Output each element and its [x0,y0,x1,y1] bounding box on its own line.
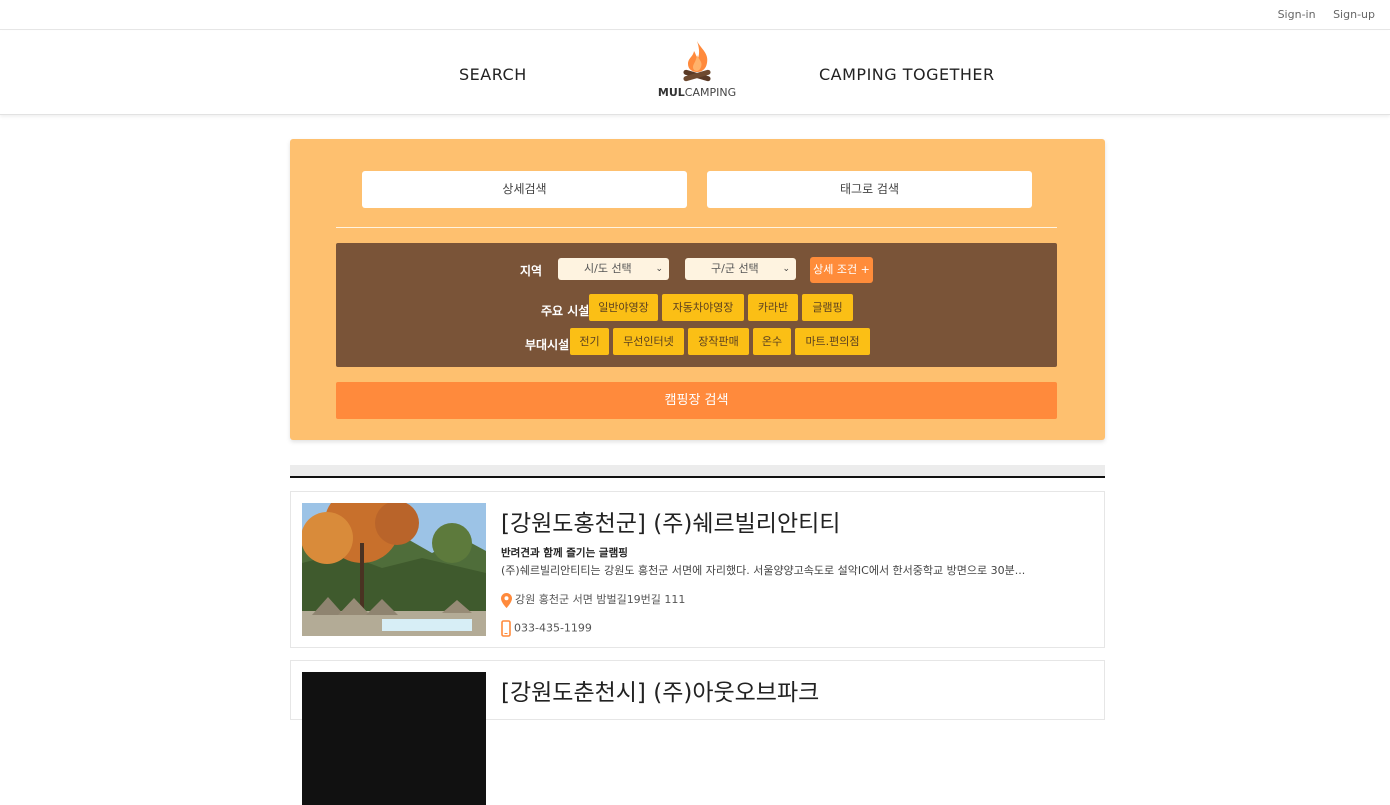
campsite-phone: 033-435-1199 [501,620,592,637]
chip-sub-facility[interactable]: 장작판매 [688,328,749,355]
site-logo[interactable]: MULCAMPING [655,39,739,109]
chip-main-facility[interactable]: 카라반 [748,294,798,321]
campsite-subtitle: 반려견과 함께 즐기는 글램핑 [501,547,628,559]
campsite-title[interactable]: [강원도홍천군] (주)쉐르빌리안티티 [501,504,840,538]
panel-divider [336,227,1057,228]
chevron-down-icon: ⌄ [782,264,790,274]
result-card[interactable]: [강원도춘천시] (주)아웃오브파크 [290,660,1105,805]
phone-icon [501,620,511,637]
nav-camping-together-link[interactable]: CAMPING TOGETHER [819,65,995,84]
campsite-search-button[interactable]: 캠핑장 검색 [336,382,1057,419]
map-pin-icon [501,592,512,608]
campfire-icon [683,41,711,82]
nav-search-link[interactable]: SEARCH [459,65,527,84]
campsite-title[interactable]: [강원도춘천시] (주)아웃오브파크 [501,673,819,707]
chip-main-facility[interactable]: 일반야영장 [589,294,658,321]
tab-tag-search[interactable]: 태그로 검색 [707,171,1032,208]
sub-facility-label: 부대시설 [525,338,570,352]
main-facility-label: 주요 시설 [541,304,590,318]
result-card[interactable]: [강원도홍천군] (주)쉐르빌리안티티 반려견과 함께 즐기는 글램핑 (주)쉐… [290,491,1105,648]
signup-link[interactable]: Sign-up [1333,8,1375,21]
detail-condition-button[interactable]: 상세 조건 + [810,257,873,283]
logo-text: MULCAMPING [657,86,737,99]
top-bar: Sign-in Sign-up [0,0,1390,30]
signin-link[interactable]: Sign-in [1278,8,1316,21]
campsite-thumbnail[interactable] [302,672,486,805]
results-header-bar [290,465,1105,478]
site-header: SEARCH MULCAMPING CAMPING TOGETHER [0,31,1390,115]
auth-links: Sign-in Sign-up [1264,8,1375,21]
filter-box: 지역 시/도 선택 ⌄ 구/군 선택 ⌄ 상세 조건 + 주요 시설 일반야영장 자… [336,243,1057,367]
campsite-address: 강원 홍천군 서면 밤벌길19번길 111 [501,591,685,608]
chip-main-facility[interactable]: 자동차야영장 [662,294,744,321]
chip-sub-facility[interactable]: 마트.편의점 [795,328,870,355]
chip-sub-facility[interactable]: 온수 [753,328,791,355]
search-panel: 상세검색 태그로 검색 지역 시/도 선택 ⌄ 구/군 선택 ⌄ 상세 조건 + 주… [290,139,1105,440]
chip-main-facility[interactable]: 글램핑 [802,294,853,321]
campsite-description: (주)쉐르빌리안티티는 강원도 홍천군 서면에 자리했다. 서울양양고속도로 설… [501,564,1026,577]
region-label: 지역 [520,264,543,278]
tab-detail-search[interactable]: 상세검색 [362,171,687,208]
campsite-thumbnail[interactable] [302,503,486,636]
chip-sub-facility[interactable]: 전기 [570,328,609,355]
chip-sub-facility[interactable]: 무선인터넷 [613,328,684,355]
sido-select[interactable]: 시/도 선택 ⌄ [558,258,669,280]
gugun-select[interactable]: 구/군 선택 ⌄ [685,258,796,280]
chevron-down-icon: ⌄ [655,264,663,274]
